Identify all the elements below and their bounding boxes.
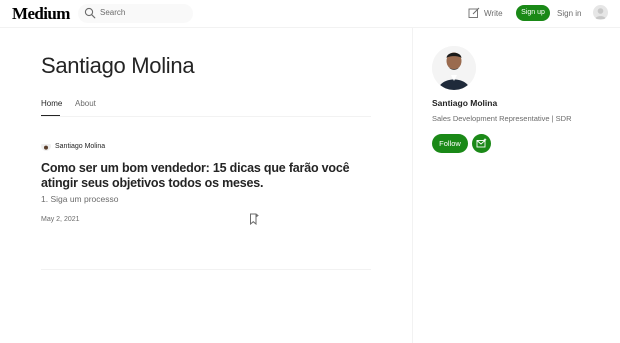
tab-about[interactable]: About (75, 99, 96, 108)
search-input[interactable]: Search (78, 4, 193, 23)
profile-sidebar: Santiago Molina Sales Development Repres… (412, 28, 620, 343)
search-icon (84, 7, 96, 19)
follow-button[interactable]: Follow (432, 134, 468, 153)
top-nav: Medium Search Write Sign up Sign in (0, 0, 620, 28)
user-avatar-icon[interactable] (593, 5, 608, 20)
active-tab-indicator (41, 115, 60, 116)
page-title: Santiago Molina (41, 53, 195, 78)
search-placeholder: Search (100, 8, 126, 17)
bookmark-icon[interactable] (249, 213, 259, 225)
medium-logo[interactable]: Medium (12, 4, 70, 24)
post-divider (41, 269, 371, 270)
sidebar-author-name[interactable]: Santiago Molina (432, 98, 497, 108)
profile-photo[interactable] (432, 46, 476, 90)
signup-button[interactable]: Sign up (516, 5, 550, 21)
subscribe-button[interactable] (472, 134, 491, 153)
profile-tabs: Home About (41, 97, 371, 117)
post-subtitle[interactable]: 1. Siga um processo (41, 194, 118, 204)
write-label: Write (484, 9, 503, 18)
post-title[interactable]: Como ser um bom vendedor: 15 dicas que f… (41, 161, 371, 191)
main-content: Santiago Molina Home About Santiago Moli… (0, 28, 412, 343)
write-icon (468, 7, 480, 18)
sidebar-author-bio: Sales Development Representative | SDR (432, 114, 572, 123)
author-name[interactable]: Santiago Molina (55, 143, 105, 150)
subscribe-mail-icon (476, 138, 487, 148)
tab-home[interactable]: Home (41, 99, 62, 108)
signin-link[interactable]: Sign in (557, 9, 581, 18)
post-date: May 2, 2021 (41, 216, 80, 223)
author-avatar[interactable] (41, 141, 51, 151)
